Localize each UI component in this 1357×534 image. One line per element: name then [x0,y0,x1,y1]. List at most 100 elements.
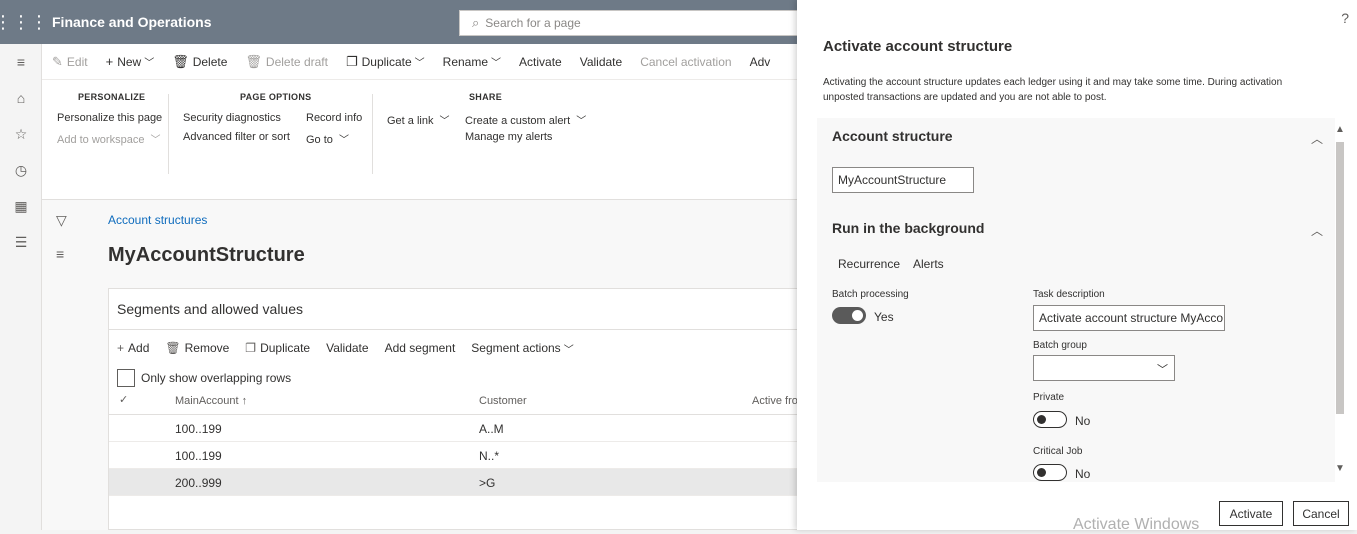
favorites-star-icon[interactable]: ☆ [0,116,42,152]
copy-icon: ❐ [245,341,257,355]
scroll-down-icon[interactable]: ▼ [1335,463,1345,474]
chevron-down-icon: ﹀ [491,58,502,69]
table-row-selected[interactable]: 200..999 >G [109,469,801,496]
cell-main-account: 100..199 [175,449,222,463]
scrollbar-thumb[interactable] [1336,142,1344,414]
add-to-workspace-link[interactable]: Add to workspace ﹀ [57,131,161,146]
modules-list-icon[interactable]: ☰ [0,224,42,260]
remove-label: Remove [184,341,230,355]
record-info-link[interactable]: Record info [306,112,362,124]
column-header-customer[interactable]: Customer [479,395,527,407]
advanced-button[interactable]: Adv [750,55,771,69]
segment-actions-button[interactable]: Segment actions ﹀ [471,341,573,356]
private-toggle[interactable] [1033,411,1067,428]
add-segment-button[interactable]: Add segment [385,341,456,355]
breadcrumb[interactable]: Account structures [108,213,207,227]
create-custom-alert-label: Create a custom alert [465,115,571,127]
security-diagnostics-link[interactable]: Security diagnostics [183,112,281,124]
segments-card-title: Segments and allowed values [117,301,304,317]
task-description-field[interactable]: Activate account structure MyAcco [1033,305,1225,331]
chevron-down-icon: ﹀ [144,58,155,69]
page-title: MyAccountStructure [108,244,305,266]
cancel-activation-button[interactable]: Cancel activation [640,55,731,69]
duplicate-row-button[interactable]: ❐ Duplicate [245,341,310,355]
edit-button[interactable]: ✎ Edit [52,54,88,70]
go-to-label: Go to [306,134,333,146]
account-structure-field[interactable]: MyAccountStructure [832,167,974,193]
delete-draft-label: Delete draft [265,54,328,69]
ribbon-separator [372,94,373,174]
scroll-up-icon[interactable]: ▲ [1335,124,1345,135]
table-row[interactable]: 100..199 N..* [109,442,801,469]
trash-icon: 🗑 [172,53,189,69]
cancel-button[interactable]: Cancel [1293,501,1349,526]
create-custom-alert-link[interactable]: Create a custom alert ﹀ [465,112,586,127]
personalize-group-header: PERSONALIZE [78,92,146,102]
pencil-icon: ✎ [52,53,63,69]
workspaces-icon[interactable]: ▦ [0,188,42,224]
panel-title: Activate account structure [823,38,1013,55]
batch-processing-toggle[interactable] [832,307,866,324]
advanced-filter-link[interactable]: Advanced filter or sort [183,131,290,143]
add-row-button[interactable]: + Add [117,341,149,355]
run-in-background-section-header[interactable]: Run in the background [832,220,984,236]
go-to-link[interactable]: Go to ﹀ [306,131,349,146]
overlap-label: Only show overlapping rows [141,371,292,385]
duplicate-button[interactable]: ❐ Duplicate ﹀ [346,54,425,70]
private-value: No [1075,414,1091,428]
get-a-link-button[interactable]: Get a link ﹀ [387,112,450,127]
cell-customer: A..M [479,422,504,436]
activate-account-structure-panel: ? Activate account structure Activating … [797,0,1357,533]
personalize-page-link[interactable]: Personalize this page [57,112,162,124]
duplicate-row-label: Duplicate [260,341,311,355]
remove-row-button[interactable]: 🗑 Remove [165,341,229,355]
chevron-down-icon: ﹀ [576,116,587,127]
chevron-up-icon[interactable]: ︿ [1311,130,1323,147]
sort-ascending-icon: ↑ [241,395,248,407]
validate-grid-button[interactable]: Validate [326,341,368,355]
tab-alerts[interactable]: Alerts [913,257,944,271]
column-header-active-from[interactable]: Active fro [752,395,798,407]
recent-clock-icon[interactable]: ◷ [0,152,42,188]
activate-button[interactable]: Activate [1219,501,1283,526]
ribbon: PERSONALIZE Personalize this page Add to… [42,80,802,200]
hamburger-menu-icon[interactable]: ≡ [0,44,42,80]
cell-customer: >G [479,476,496,490]
list-lines-icon[interactable]: ≡ [56,246,64,262]
plus-icon: + [117,341,125,355]
new-button[interactable]: + New ﹀ [106,54,155,69]
search-icon: ⌕ [472,15,480,30]
account-structure-section-header[interactable]: Account structure [832,128,953,144]
new-label: New [117,54,142,69]
cell-main-account: 200..999 [175,476,222,490]
chevron-down-icon: ﹀ [338,135,349,146]
manage-alerts-link[interactable]: Manage my alerts [465,131,552,143]
trash-icon: 🗑 [165,341,181,355]
panel-scroll-area: Account structure ︿ MyAccountStructure R… [817,118,1335,482]
table-row[interactable]: 100..199 A..M [109,415,801,442]
home-icon[interactable]: ⌂ [0,80,42,116]
app-title[interactable]: Finance and Operations [52,14,211,30]
task-description-label: Task description [1033,289,1105,300]
overlap-checkbox[interactable] [117,369,135,387]
critical-job-toggle[interactable] [1033,464,1067,481]
tab-recurrence[interactable]: Recurrence [838,257,900,271]
chevron-up-icon[interactable]: ︿ [1311,222,1323,239]
search-box[interactable]: ⌕ Search for a page [459,10,799,36]
delete-draft-button[interactable]: 🗑 Delete draft [245,54,328,70]
batch-group-dropdown[interactable]: ﹀ [1033,355,1175,381]
delete-button[interactable]: 🗑 Delete [172,54,227,70]
validate-action-button[interactable]: Validate [580,55,622,69]
batch-group-label: Batch group [1033,340,1087,351]
app-launcher-icon[interactable]: ⋮⋮⋮ [0,0,48,44]
add-to-workspace-label: Add to workspace [57,134,145,146]
column-header-main-account[interactable]: MainAccount ↑ [175,395,247,407]
panel-scrollbar[interactable]: ▲ ▼ [1333,124,1347,474]
filter-icon[interactable]: ▽ [56,212,67,229]
select-all-check-icon[interactable]: ✓ [119,393,128,406]
share-group-header: SHARE [469,92,503,102]
duplicate-label: Duplicate [361,54,412,69]
rename-button[interactable]: Rename ﹀ [443,54,502,70]
help-icon[interactable]: ? [1341,10,1349,26]
activate-action-button[interactable]: Activate [519,55,562,69]
